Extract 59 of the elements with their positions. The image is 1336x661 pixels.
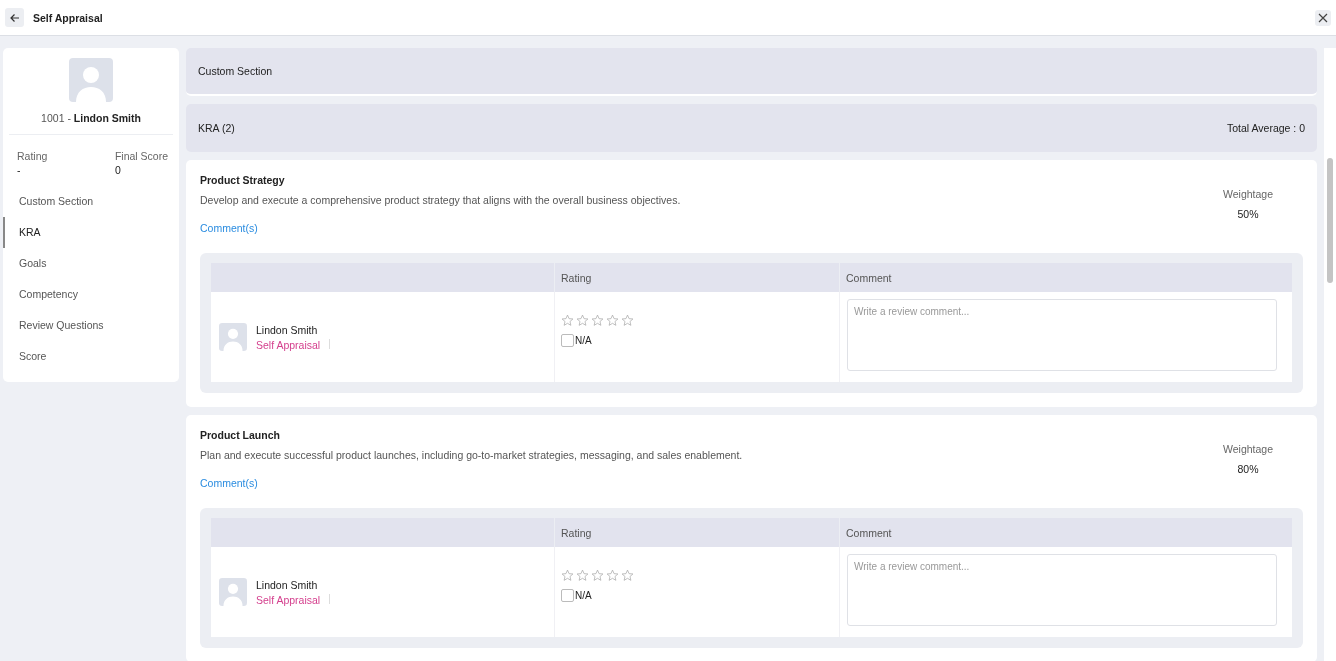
total-average: Total Average : 0 — [1226, 122, 1305, 134]
comments-link[interactable]: Comment(s) — [200, 222, 258, 234]
summary-value: 0 — [114, 164, 122, 176]
employee-name: 1001 - Lindon Smith — [41, 112, 141, 124]
column-header: Rating — [561, 526, 592, 539]
page-title: Self Appraisal — [33, 11, 104, 24]
weightage-label: Weightage — [1223, 443, 1273, 455]
section-header[interactable]: KRA (2) Total Average : 0 — [186, 104, 1317, 152]
avatar-icon — [219, 323, 247, 351]
section-title: Custom Section — [198, 65, 273, 77]
kra-title: Product Launch — [200, 429, 281, 441]
star-icon[interactable] — [561, 314, 574, 327]
weightage-value: 50% — [1237, 208, 1259, 220]
kra-description: Plan and execute successful product launches, including go-to-market strategies, messaging, and sales enablement. — [200, 449, 743, 461]
reviewer-name: Lindon Smith — [256, 323, 319, 336]
weightage-value: 80% — [1237, 463, 1259, 475]
sidebar-item[interactable]: KRA — [3, 217, 173, 248]
na-checkbox[interactable] — [561, 334, 574, 347]
summary-label: Final Score — [114, 150, 168, 162]
section-header[interactable]: Custom Section — [186, 48, 1317, 96]
summary-label: Rating — [17, 150, 48, 162]
comments-link[interactable]: Comment(s) — [200, 477, 258, 489]
star-icon[interactable] — [576, 314, 589, 327]
star-icon[interactable] — [561, 569, 574, 582]
column-header: Comment — [846, 526, 892, 539]
avatar-icon — [69, 58, 113, 102]
weightage-label: Weightage — [1223, 188, 1273, 200]
na-label: N/A — [575, 590, 592, 601]
na-checkbox[interactable] — [561, 589, 574, 602]
reviewer-role: Self Appraisal — [256, 338, 321, 351]
sidebar-item[interactable]: Competency — [3, 279, 173, 310]
reviewer-name: Lindon Smith — [256, 578, 319, 591]
close-icon — [1318, 12, 1328, 23]
comment-field[interactable]: Write a review comment... — [847, 299, 1277, 371]
sidebar-item[interactable]: Custom Section — [3, 186, 173, 217]
section-title: KRA (2) — [198, 122, 235, 134]
avatar-icon — [219, 578, 247, 606]
summary-value: - — [17, 164, 22, 176]
kra-description: Develop and execute a comprehensive product strategy that aligns with the overall business objectives. — [200, 194, 681, 206]
star-icon[interactable] — [576, 569, 589, 582]
close-button[interactable] — [1315, 9, 1331, 26]
kra-title: Product Strategy — [200, 174, 286, 186]
star-icon[interactable] — [591, 314, 604, 327]
star-icon[interactable] — [606, 569, 619, 582]
back-arrow-icon — [9, 12, 20, 23]
na-label: N/A — [575, 335, 592, 346]
column-header: Rating — [561, 271, 592, 284]
back-button[interactable] — [5, 8, 24, 27]
reviewer-role: Self Appraisal — [256, 593, 321, 606]
star-icon[interactable] — [606, 314, 619, 327]
star-icon[interactable] — [591, 569, 604, 582]
scrollbar[interactable] — [1324, 48, 1336, 661]
sidebar-item[interactable]: Goals — [3, 248, 173, 279]
star-icon[interactable] — [621, 314, 634, 327]
star-icon[interactable] — [621, 569, 634, 582]
comment-field[interactable]: Write a review comment... — [847, 554, 1277, 626]
sidebar-item[interactable]: Review Questions — [3, 310, 173, 341]
column-header: Comment — [846, 271, 892, 284]
sidebar-item[interactable]: Score — [3, 341, 173, 372]
